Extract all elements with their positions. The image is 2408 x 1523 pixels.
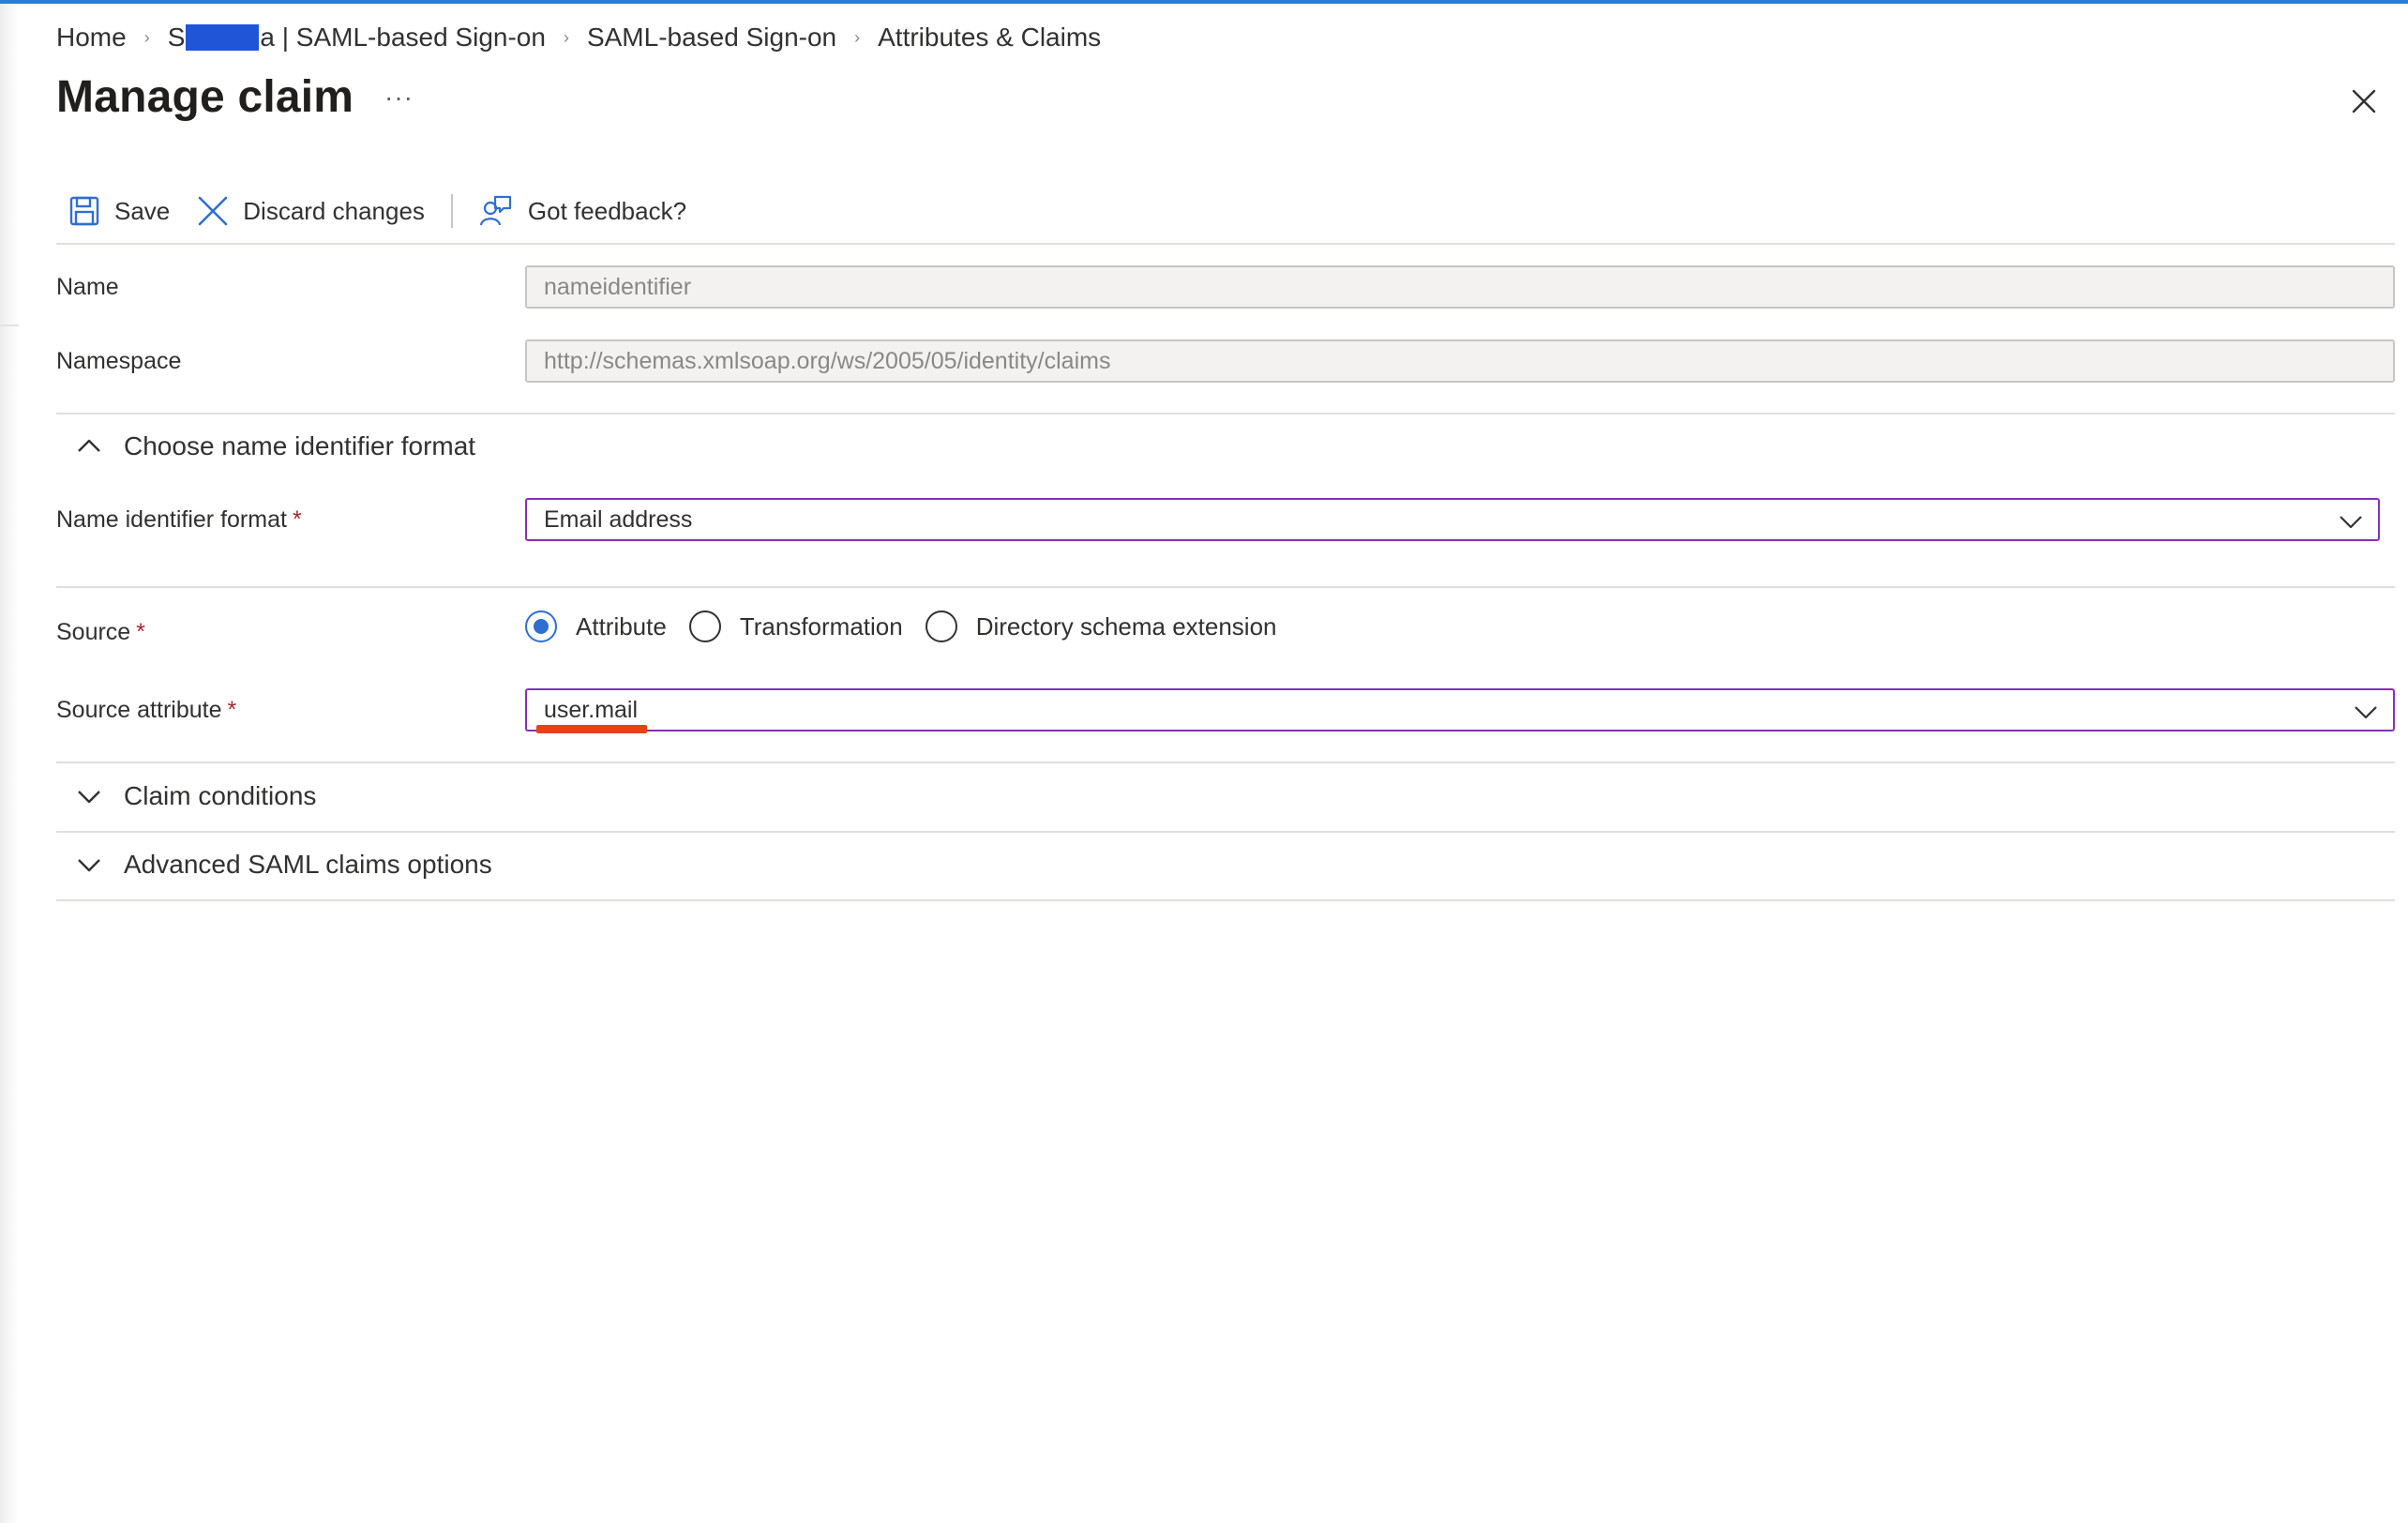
advanced-options-toggle[interactable]: Advanced SAML claims options — [75, 850, 492, 880]
chevron-right-icon: › — [563, 27, 569, 47]
source-option-label: Transformation — [739, 611, 903, 641]
breadcrumb-app-prefix: S — [167, 23, 186, 52]
page-title: Manage claim — [56, 72, 354, 122]
chevron-up-icon — [75, 432, 103, 460]
breadcrumb-home[interactable]: Home — [56, 23, 127, 53]
divider — [56, 243, 2395, 245]
breadcrumb: Home › S a | SAML-based Sign-on › SAML-b… — [56, 21, 1101, 54]
save-button[interactable]: Save — [68, 188, 170, 234]
radio-button[interactable] — [688, 611, 721, 642]
namespace-value: http://schemas.xmlsoap.org/ws/2005/05/id… — [544, 347, 1111, 374]
breadcrumb-saml[interactable]: SAML-based Sign-on — [587, 23, 836, 53]
required-marker: * — [227, 697, 237, 723]
left-panel-divider — [0, 324, 19, 326]
nameid-format-label-text: Name identifier format — [56, 506, 287, 533]
radio-button[interactable] — [925, 611, 957, 642]
feedback-icon — [479, 194, 513, 228]
required-marker: * — [136, 619, 145, 645]
chevron-down-icon — [2355, 706, 2377, 719]
close-icon — [2352, 89, 2376, 113]
chevron-right-icon: › — [143, 27, 150, 47]
name-label: Name — [56, 274, 119, 300]
source-option-attribute[interactable]: Attribute — [525, 611, 667, 642]
feedback-label: Got feedback? — [527, 196, 687, 225]
name-field: nameidentifier — [525, 265, 2395, 309]
annotation-underline — [536, 725, 647, 733]
discard-changes-button[interactable]: Discard changes — [196, 188, 425, 234]
source-radio-group: Attribute Transformation Directory schem… — [525, 608, 1300, 645]
source-option-label: Attribute — [576, 611, 667, 641]
divider — [56, 899, 2395, 901]
required-marker: * — [292, 506, 302, 533]
source-attribute-dropdown[interactable]: user.mail — [525, 688, 2395, 731]
nameid-format-value: Email address — [544, 505, 693, 533]
source-option-transformation[interactable]: Transformation — [688, 611, 903, 642]
source-attribute-label-text: Source attribute — [56, 697, 222, 723]
name-value: nameidentifier — [544, 273, 692, 300]
redaction-block — [186, 24, 260, 51]
divider — [56, 831, 2395, 833]
chevron-down-icon — [2340, 516, 2362, 529]
chevron-down-icon — [75, 782, 103, 810]
top-accent-bar — [0, 0, 2408, 4]
feedback-button[interactable]: Got feedback? — [479, 188, 686, 234]
divider — [56, 413, 2395, 415]
close-button[interactable] — [2349, 86, 2379, 116]
command-bar: Save Discard changes Got feedback? — [56, 188, 686, 234]
advanced-options-label: Advanced SAML claims options — [124, 850, 492, 879]
toolbar-divider — [450, 194, 453, 228]
save-label: Save — [114, 196, 171, 225]
claim-conditions-label: Claim conditions — [124, 781, 317, 810]
breadcrumb-attributes[interactable]: Attributes & Claims — [878, 23, 1101, 53]
source-label: Source * — [56, 619, 145, 646]
source-label-text: Source — [56, 619, 131, 645]
more-options-button[interactable]: ··· — [384, 83, 414, 113]
divider — [56, 586, 2395, 588]
namespace-field: http://schemas.xmlsoap.org/ws/2005/05/id… — [525, 339, 2395, 383]
claim-conditions-toggle[interactable]: Claim conditions — [75, 781, 316, 811]
discard-label: Discard changes — [243, 196, 425, 225]
source-attribute-label: Source attribute * — [56, 697, 236, 724]
discard-icon — [196, 194, 230, 228]
nameid-section-label: Choose name identifier format — [124, 431, 476, 460]
save-icon — [68, 194, 101, 228]
breadcrumb-app-suffix: a | SAML-based Sign-on — [260, 23, 546, 52]
divider — [56, 762, 2395, 763]
source-option-directory-extension[interactable]: Directory schema extension — [925, 611, 1277, 642]
chevron-right-icon: › — [854, 27, 861, 47]
nameid-format-label: Name identifier format * — [56, 506, 302, 534]
breadcrumb-app[interactable]: S a | SAML-based Sign-on — [168, 23, 546, 53]
left-panel-shadow — [0, 4, 19, 1523]
chevron-down-icon — [75, 851, 103, 879]
source-attribute-value: user.mail — [544, 696, 639, 723]
nameid-section-toggle[interactable]: Choose name identifier format — [75, 431, 475, 461]
radio-button-checked[interactable] — [525, 611, 557, 642]
source-option-label: Directory schema extension — [975, 611, 1277, 641]
nameid-format-dropdown[interactable]: Email address — [525, 498, 2380, 541]
namespace-label: Namespace — [56, 348, 182, 374]
